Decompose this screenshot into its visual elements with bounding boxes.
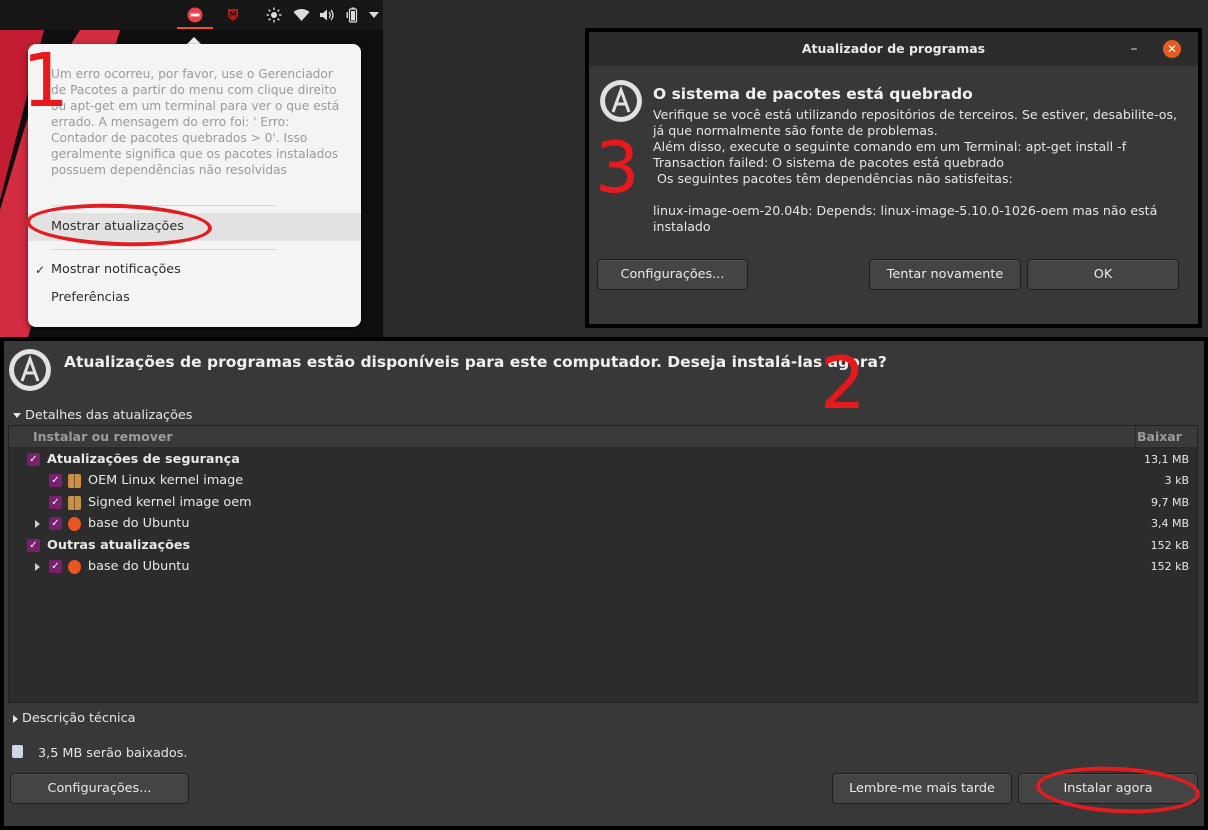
mcafee-icon[interactable]	[226, 7, 240, 23]
check-icon: ✓	[35, 263, 46, 277]
row-label: Signed kernel image oem	[88, 495, 252, 510]
wifi-icon[interactable]	[292, 7, 310, 23]
row-size: 9,7 MB	[1150, 496, 1189, 509]
checkbox[interactable]: ✓	[27, 539, 40, 552]
settings-button[interactable]: Configurações...	[597, 259, 748, 290]
expander-down-icon	[13, 413, 21, 418]
software-updater-icon	[9, 349, 51, 391]
dialog-heading: O sistema de pacotes está quebrado	[653, 85, 973, 103]
expand-arrow-icon[interactable]	[35, 520, 40, 528]
menu-item-mostrar-notificacoes[interactable]: ✓ Mostrar notificações	[28, 256, 361, 284]
row-size: 152 kB	[1150, 560, 1189, 573]
updates-list[interactable]: Instalar ou remover Baixar ✓ Atualizaçõe…	[8, 425, 1198, 703]
ok-button[interactable]: OK	[1027, 259, 1179, 290]
list-header: Instalar ou remover Baixar	[9, 426, 1197, 448]
expand-arrow-icon[interactable]	[35, 563, 40, 571]
menu-arrow-icon[interactable]	[368, 7, 380, 23]
column-header-size[interactable]: Baixar	[1137, 429, 1182, 444]
package-icon	[68, 474, 81, 488]
update-error-icon[interactable]	[186, 7, 204, 23]
list-item[interactable]: ✓ Atualizações de segurança 13,1 MB	[9, 450, 1197, 471]
row-size: 152 kB	[1150, 539, 1189, 552]
row-label: base do Ubuntu	[88, 516, 190, 531]
dialog-title: Atualizador de programas	[801, 41, 986, 56]
tech-desc-expander[interactable]: Descrição técnica	[13, 711, 136, 726]
checkbox[interactable]: ✓	[49, 517, 62, 530]
menu-separator	[51, 249, 276, 250]
list-item[interactable]: ✓ Signed kernel image oem 9,7 MB	[9, 493, 1197, 514]
checkbox[interactable]: ✓	[49, 474, 62, 487]
menu-item-label: Preferências	[51, 290, 130, 305]
ubuntu-icon	[68, 517, 81, 531]
list-item[interactable]: ✓ Outras atualizações 152 kB	[9, 536, 1197, 557]
row-size: 3,4 MB	[1150, 517, 1189, 530]
minimize-icon[interactable]: –	[1124, 32, 1144, 66]
download-size-note: 3,5 MB serão baixados.	[38, 746, 188, 761]
download-info-icon	[12, 745, 23, 758]
details-label: Detalhes das atualizações	[25, 408, 193, 423]
updates-heading: Atualizações de programas estão disponív…	[64, 353, 887, 371]
tech-desc-label: Descrição técnica	[22, 711, 136, 726]
error-dialog-panel: Atualizador de programas – ✕ O sistema d…	[585, 28, 1202, 328]
ubuntu-icon	[68, 560, 81, 574]
top-bar	[0, 0, 383, 30]
row-size: 13,1 MB	[1143, 453, 1189, 466]
active-tray-underline	[177, 27, 213, 29]
list-item[interactable]: ✓ base do Ubuntu 3,4 MB	[9, 514, 1197, 535]
dialog-body: Verifique se você está utilizando reposi…	[653, 107, 1178, 234]
details-expander[interactable]: Detalhes das atualizações	[13, 408, 192, 423]
error-dialog: Atualizador de programas – ✕ O sistema d…	[589, 32, 1198, 324]
tray-menu-panel: Um erro ocorreu, por favor, use o Gerenc…	[0, 0, 383, 337]
package-icon	[68, 496, 81, 510]
menu-item-preferencias[interactable]: Preferências	[28, 284, 361, 312]
retry-button[interactable]: Tentar novamente	[869, 259, 1021, 290]
checkbox[interactable]: ✓	[49, 560, 62, 573]
checkbox[interactable]: ✓	[27, 453, 40, 466]
list-item[interactable]: ✓ base do Ubuntu 152 kB	[9, 557, 1197, 578]
indicator-menu: Um erro ocorreu, por favor, use o Gerenc…	[28, 44, 361, 327]
close-icon[interactable]: ✕	[1163, 40, 1181, 58]
row-label: base do Ubuntu	[88, 559, 190, 574]
column-divider	[1135, 426, 1136, 448]
expander-right-icon	[13, 714, 18, 723]
dialog-titlebar: Atualizador de programas	[589, 32, 1198, 66]
updates-window: Atualizações de programas estão disponív…	[4, 341, 1204, 826]
checkbox[interactable]: ✓	[49, 496, 62, 509]
row-size: 3 kB	[1164, 474, 1189, 487]
battery-icon[interactable]	[345, 7, 361, 23]
settings-button[interactable]: Configurações...	[10, 773, 189, 804]
column-header-name[interactable]: Instalar ou remover	[33, 429, 173, 444]
annotation-number-1: 1	[22, 38, 70, 124]
menu-item-label: Mostrar notificações	[51, 262, 181, 277]
annotation-number-2: 2	[820, 341, 866, 425]
brightness-icon[interactable]	[266, 7, 282, 23]
software-updater-icon	[600, 80, 642, 122]
error-message: Um erro ocorreu, por favor, use o Gerenc…	[51, 67, 340, 177]
row-label: OEM Linux kernel image	[88, 473, 244, 488]
remind-later-button[interactable]: Lembre-me mais tarde	[832, 773, 1012, 804]
list-item[interactable]: ✓ OEM Linux kernel image 3 kB	[9, 471, 1197, 492]
row-label: Outras atualizações	[47, 538, 191, 553]
annotation-number-3: 3	[595, 127, 640, 209]
row-label: Atualizações de segurança	[47, 452, 240, 467]
volume-icon[interactable]	[318, 7, 336, 23]
updates-window-panel: Atualizações de programas estão disponív…	[0, 337, 1208, 830]
